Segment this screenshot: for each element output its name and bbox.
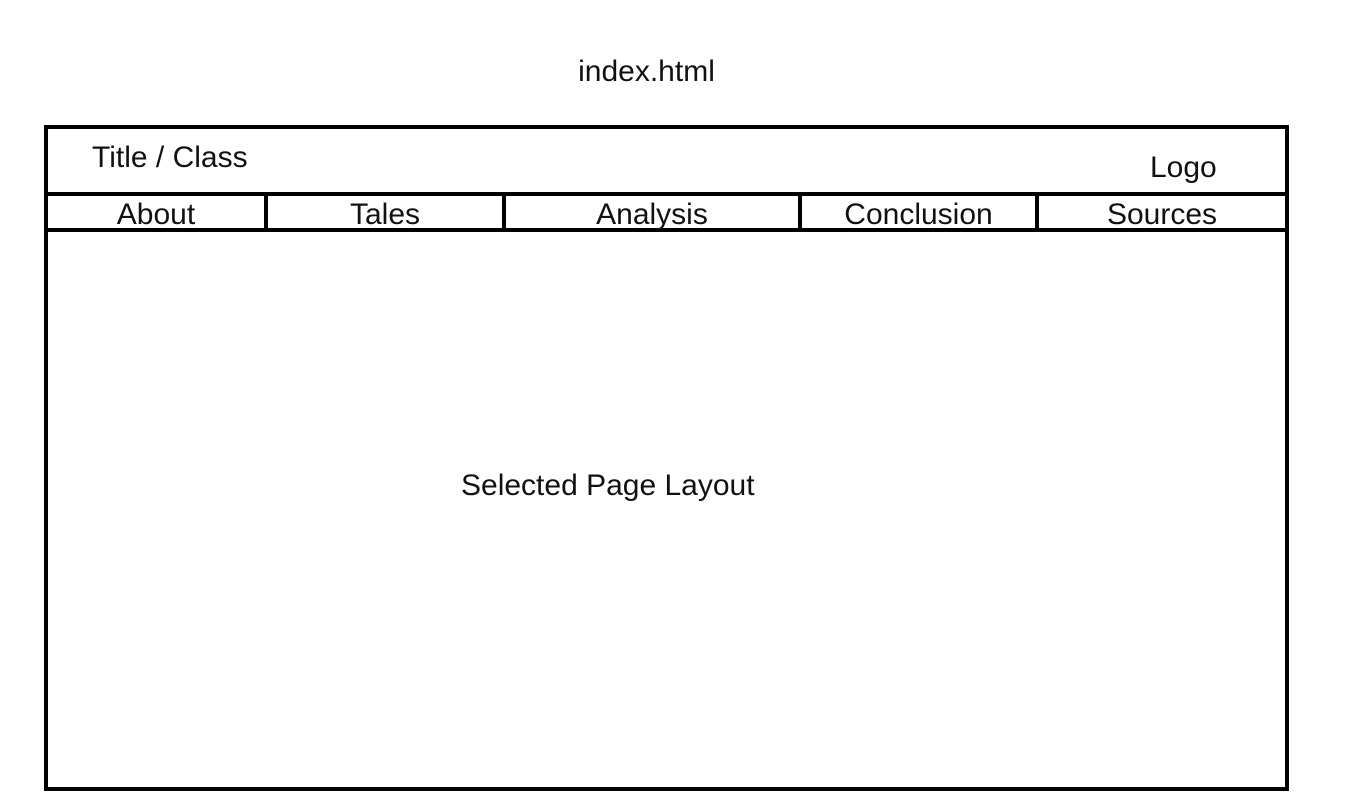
nav-item-sources[interactable]: Sources xyxy=(1035,196,1285,232)
content-placeholder-label: Selected Page Layout xyxy=(461,469,755,502)
nav-item-tales[interactable]: Tales xyxy=(264,196,502,232)
nav-item-analysis[interactable]: Analysis xyxy=(502,196,798,232)
file-name-label: index.html xyxy=(578,55,715,88)
page-wireframe: Title / Class Logo About Tales Analysis … xyxy=(44,125,1289,791)
nav-item-conclusion[interactable]: Conclusion xyxy=(798,196,1035,232)
nav-bar: About Tales Analysis Conclusion Sources xyxy=(48,196,1285,232)
nav-item-about[interactable]: About xyxy=(48,196,264,232)
logo[interactable]: Logo xyxy=(1150,151,1217,185)
content-area: Selected Page Layout xyxy=(48,232,1285,787)
site-title: Title / Class xyxy=(92,141,248,174)
site-header: Title / Class Logo xyxy=(48,129,1285,196)
